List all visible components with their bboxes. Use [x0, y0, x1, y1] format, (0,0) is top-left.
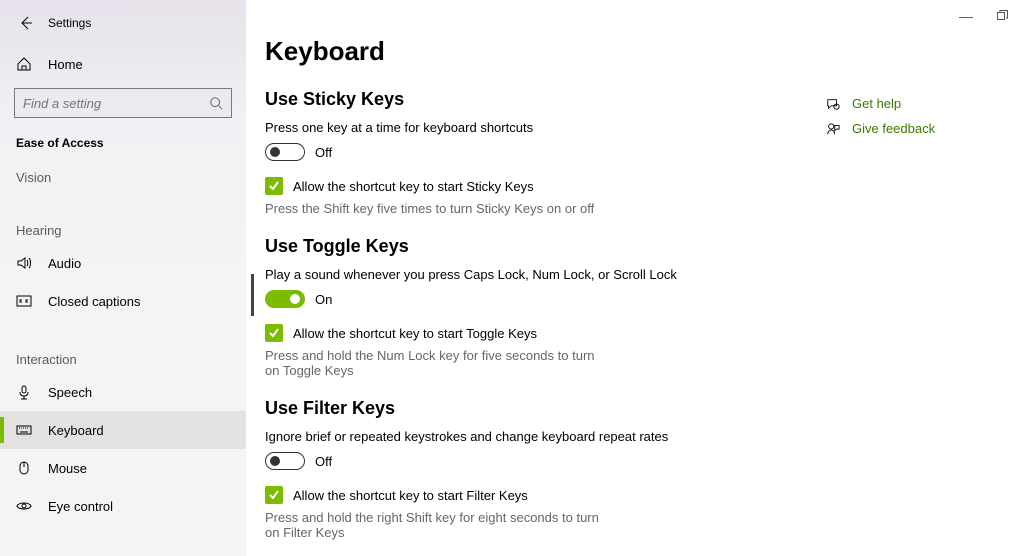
- sidebar: Settings Home Ease of Access Vision Hear…: [0, 0, 246, 556]
- back-arrow-icon: [18, 15, 34, 31]
- nav-label: Mouse: [48, 461, 87, 476]
- page-title: Keyboard: [265, 36, 824, 67]
- microphone-icon: [16, 384, 32, 400]
- help-label: Get help: [852, 96, 901, 111]
- sticky-desc: Press one key at a time for keyboard sho…: [265, 120, 824, 135]
- filter-check-row: Allow the shortcut key to start Filter K…: [265, 486, 824, 504]
- feedback-icon: [824, 122, 842, 136]
- sticky-check-row: Allow the shortcut key to start Sticky K…: [265, 177, 824, 195]
- toggle-heading: Use Toggle Keys: [265, 236, 824, 257]
- toggle-keys-section: Use Toggle Keys Play a sound whenever yo…: [265, 236, 824, 378]
- sidebar-item-home[interactable]: Home: [0, 46, 246, 82]
- back-button[interactable]: [10, 7, 42, 39]
- toggle-keys-toggle-label: On: [315, 292, 332, 307]
- check-icon: [268, 327, 280, 339]
- toggle-keys-toggle[interactable]: [265, 290, 305, 308]
- nav-label: Eye control: [48, 499, 113, 514]
- right-column: Get help Give feedback: [824, 96, 954, 146]
- maximize-button[interactable]: [997, 8, 1008, 24]
- group-hearing: Hearing: [0, 213, 246, 244]
- filter-heading: Use Filter Keys: [265, 398, 824, 419]
- sidebar-item-audio[interactable]: Audio: [0, 244, 246, 282]
- minimize-button[interactable]: —: [959, 8, 973, 24]
- search-box[interactable]: [14, 88, 232, 118]
- filter-check-label: Allow the shortcut key to start Filter K…: [293, 488, 528, 503]
- nav-label: Speech: [48, 385, 92, 400]
- filter-toggle-row: Off: [265, 452, 824, 470]
- sticky-heading: Use Sticky Keys: [265, 89, 824, 110]
- sidebar-header: Settings: [0, 0, 246, 46]
- toggle-checkbox[interactable]: [265, 324, 283, 342]
- give-feedback-link[interactable]: Give feedback: [824, 121, 954, 136]
- sticky-toggle-row: Off: [265, 143, 824, 161]
- home-icon: [16, 56, 32, 72]
- search-container: [14, 88, 232, 118]
- nav-label: Closed captions: [48, 294, 141, 309]
- toggle-check-label: Allow the shortcut key to start Toggle K…: [293, 326, 537, 341]
- sidebar-item-keyboard[interactable]: Keyboard: [0, 411, 246, 449]
- help-icon: [824, 97, 842, 111]
- get-help-link[interactable]: Get help: [824, 96, 954, 111]
- filter-hint: Press and hold the right Shift key for e…: [265, 510, 605, 540]
- filter-keys-section: Use Filter Keys Ignore brief or repeated…: [265, 398, 824, 540]
- sidebar-item-mouse[interactable]: Mouse: [0, 449, 246, 487]
- sticky-toggle[interactable]: [265, 143, 305, 161]
- nav-label: Audio: [48, 256, 81, 271]
- check-icon: [268, 180, 280, 192]
- sticky-toggle-label: Off: [315, 145, 332, 160]
- sidebar-item-eye-control[interactable]: Eye control: [0, 487, 246, 525]
- sticky-keys-section: Use Sticky Keys Press one key at a time …: [265, 89, 824, 216]
- eye-icon: [16, 498, 32, 514]
- sticky-hint: Press the Shift key five times to turn S…: [265, 201, 605, 216]
- toggle-desc: Play a sound whenever you press Caps Loc…: [265, 267, 824, 282]
- main-content: Keyboard Use Sticky Keys Press one key a…: [265, 36, 824, 556]
- mouse-icon: [16, 460, 32, 476]
- toggle-toggle-row: On: [265, 290, 824, 308]
- search-input[interactable]: [23, 96, 209, 111]
- filter-toggle-label: Off: [315, 454, 332, 469]
- check-icon: [268, 489, 280, 501]
- sidebar-item-speech[interactable]: Speech: [0, 373, 246, 411]
- sticky-checkbox[interactable]: [265, 177, 283, 195]
- home-label: Home: [48, 57, 83, 72]
- filter-toggle[interactable]: [265, 452, 305, 470]
- toggle-hint: Press and hold the Num Lock key for five…: [265, 348, 605, 378]
- feedback-label: Give feedback: [852, 121, 935, 136]
- filter-checkbox[interactable]: [265, 486, 283, 504]
- audio-icon: [16, 255, 32, 271]
- window-controls: —: [959, 8, 1008, 24]
- keyboard-icon: [16, 422, 32, 438]
- sidebar-item-closed-captions[interactable]: Closed captions: [0, 282, 246, 320]
- search-icon: [209, 96, 223, 110]
- filter-desc: Ignore brief or repeated keystrokes and …: [265, 429, 824, 444]
- section-title: Ease of Access: [0, 132, 246, 160]
- app-title: Settings: [48, 16, 91, 30]
- nav-label: Keyboard: [48, 423, 104, 438]
- closed-captions-icon: [16, 293, 32, 309]
- group-vision: Vision: [0, 160, 246, 191]
- toggle-check-row: Allow the shortcut key to start Toggle K…: [265, 324, 824, 342]
- sticky-check-label: Allow the shortcut key to start Sticky K…: [293, 179, 534, 194]
- group-interaction: Interaction: [0, 342, 246, 373]
